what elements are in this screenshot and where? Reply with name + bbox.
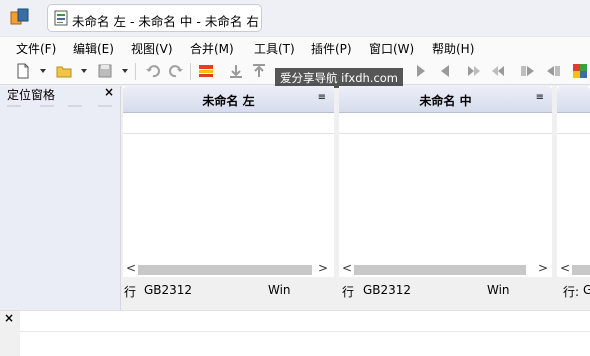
menu-view[interactable]: 视图(V) xyxy=(131,40,173,57)
menu-plugins[interactable]: 插件(P) xyxy=(311,40,352,57)
title-bar: 未命名 左 - 未命名 中 - 未命名 右 xyxy=(0,0,590,36)
locator-marker xyxy=(98,105,112,107)
menu-edit[interactable]: 编辑(E) xyxy=(73,40,114,57)
divider xyxy=(123,133,334,134)
locator-marker xyxy=(68,105,82,107)
status-eol: Win xyxy=(268,283,291,297)
horizontal-scrollbar[interactable]: < > xyxy=(123,261,334,277)
redo-icon[interactable] xyxy=(168,63,184,79)
close-icon[interactable]: × xyxy=(4,311,14,325)
status-eol: Win xyxy=(487,283,510,297)
document-tab-title: 未命名 左 - 未命名 中 - 未命名 右 xyxy=(72,14,259,29)
scroll-right-icon[interactable]: > xyxy=(538,261,548,275)
compare-icon[interactable] xyxy=(198,63,214,79)
prev-diff-icon[interactable] xyxy=(437,63,453,79)
locator-pane-title: 定位窗格 xyxy=(7,88,56,102)
save-dropdown-icon[interactable] xyxy=(122,69,128,73)
app-logo-icon[interactable] xyxy=(10,8,30,26)
horizontal-scrollbar[interactable]: < xyxy=(557,261,590,277)
menu-window[interactable]: 窗口(W) xyxy=(369,40,414,57)
scroll-left-icon[interactable]: < xyxy=(342,261,352,275)
left-file-pane[interactable]: 未命名 左 ≡ < > 行 GB2312 Win xyxy=(123,86,334,310)
scrollbar-thumb[interactable] xyxy=(572,265,590,275)
pane-status-bar: 行 GB2312 Win xyxy=(123,277,334,310)
menu-bar: 文件(F) 编辑(E) 视图(V) 合并(M) 工具(T) 插件(P) 窗口(W… xyxy=(0,36,590,58)
divider xyxy=(339,133,552,134)
document-tab[interactable]: 未命名 左 - 未命名 中 - 未命名 右 xyxy=(47,4,262,32)
status-encoding: G xyxy=(583,283,590,297)
status-line: 行 xyxy=(342,285,355,299)
merge-up-icon[interactable] xyxy=(251,63,267,79)
menu-merge[interactable]: 合并(M) xyxy=(190,40,234,57)
copy-all-right-icon[interactable] xyxy=(520,63,536,79)
document-icon xyxy=(54,10,68,26)
open-folder-icon[interactable] xyxy=(56,63,72,79)
watermark-label: 爱分享导航 ifxdh.com xyxy=(275,68,403,88)
toolbar-separator xyxy=(190,63,191,80)
color-grid-icon[interactable] xyxy=(572,63,588,79)
copy-all-left-icon[interactable] xyxy=(545,63,561,79)
pane-status-bar: 行: G xyxy=(557,277,590,310)
status-line: 行: xyxy=(563,285,580,299)
pane-header xyxy=(557,86,590,113)
pane-menu-icon[interactable]: ≡ xyxy=(536,92,544,103)
horizontal-scrollbar[interactable]: < > xyxy=(339,261,552,277)
copy-right-icon[interactable] xyxy=(466,63,482,79)
menu-tools[interactable]: 工具(T) xyxy=(254,40,295,57)
bottom-panel: × xyxy=(0,310,590,356)
copy-left-icon[interactable] xyxy=(490,63,506,79)
new-file-icon[interactable] xyxy=(15,63,31,79)
divider xyxy=(20,331,590,332)
scroll-left-icon[interactable]: < xyxy=(126,261,136,275)
divider xyxy=(557,133,590,134)
scroll-left-icon[interactable]: < xyxy=(560,261,570,275)
locator-marker xyxy=(40,105,54,107)
menu-file[interactable]: 文件(F) xyxy=(16,40,56,57)
new-file-dropdown-icon[interactable] xyxy=(40,69,46,73)
pane-header: 未命名 中 ≡ xyxy=(339,86,552,113)
close-icon[interactable]: × xyxy=(104,85,114,99)
scrollbar-thumb[interactable] xyxy=(138,265,312,275)
status-encoding: GB2312 xyxy=(363,283,412,297)
merge-down-icon[interactable] xyxy=(228,63,244,79)
save-icon[interactable] xyxy=(97,63,113,79)
pane-title: 未命名 左 xyxy=(202,94,255,108)
right-file-pane[interactable]: < 行: G xyxy=(557,86,590,310)
toolbar-separator xyxy=(135,63,136,80)
open-dropdown-icon[interactable] xyxy=(81,69,87,73)
middle-file-pane[interactable]: 未命名 中 ≡ < > 行 GB2312 Win xyxy=(339,86,552,310)
undo-icon[interactable] xyxy=(145,63,161,79)
pane-status-bar: 行 GB2312 Win xyxy=(339,277,552,310)
locator-pane: 定位窗格 × xyxy=(0,85,121,310)
pane-header: 未命名 左 ≡ xyxy=(123,86,334,113)
status-line: 行 xyxy=(124,285,137,299)
pane-title: 未命名 中 xyxy=(419,94,472,108)
pane-menu-icon[interactable]: ≡ xyxy=(318,92,326,103)
next-diff-icon[interactable] xyxy=(413,63,429,79)
scrollbar-thumb[interactable] xyxy=(354,265,526,275)
menu-help[interactable]: 帮助(H) xyxy=(432,40,474,57)
status-encoding: GB2312 xyxy=(144,283,193,297)
scroll-right-icon[interactable]: > xyxy=(318,261,328,275)
locator-marker xyxy=(7,105,21,107)
